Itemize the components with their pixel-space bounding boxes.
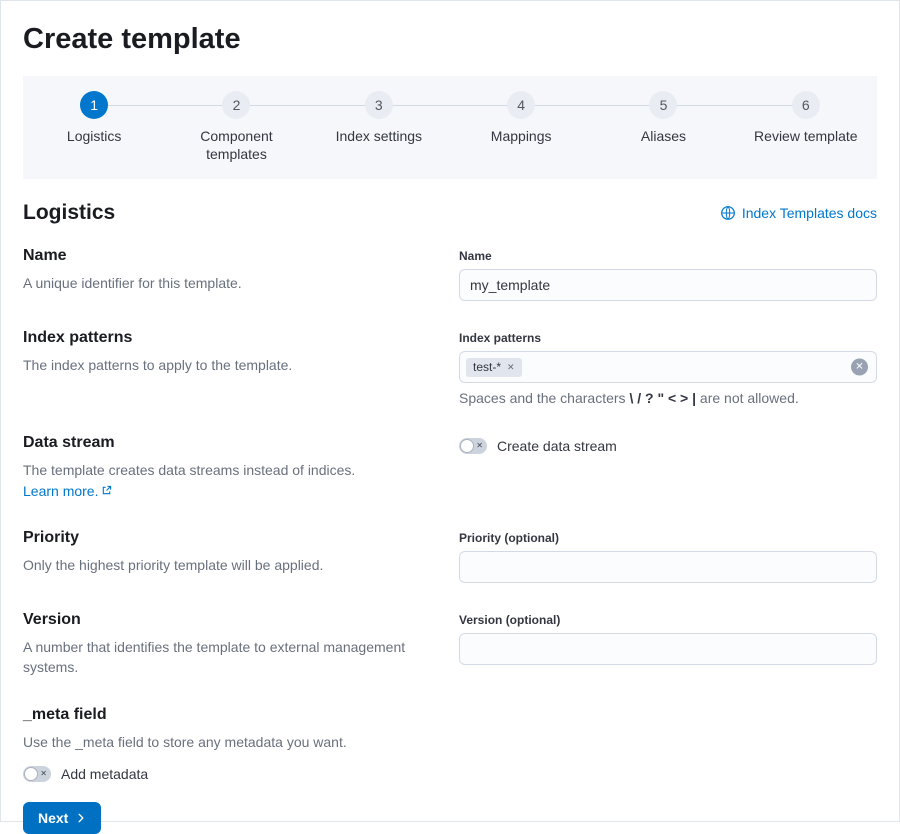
step-number: 2 — [222, 91, 250, 119]
toggle-thumb — [460, 439, 474, 453]
step-label: Component templates — [177, 127, 295, 163]
step-index-settings[interactable]: 3 Index settings — [308, 91, 450, 163]
toggle-thumb — [24, 767, 38, 781]
step-number: 6 — [792, 91, 820, 119]
next-button[interactable]: Next — [23, 802, 101, 834]
form-row-data-stream: Data stream The template creates data st… — [23, 434, 877, 501]
create-data-stream-toggle[interactable]: ✕ — [459, 438, 487, 454]
arrow-right-icon — [76, 813, 86, 823]
step-number: 1 — [80, 91, 108, 119]
priority-field-label: Priority (optional) — [459, 531, 877, 545]
index-patterns-field-label: Index patterns — [459, 331, 877, 345]
add-metadata-toggle-label: Add metadata — [61, 766, 148, 782]
version-field-label: Version (optional) — [459, 613, 877, 627]
step-label: Index settings — [336, 127, 422, 145]
index-pattern-tag-label: test-* — [473, 360, 501, 376]
step-review-template[interactable]: 6 Review template — [735, 91, 877, 163]
step-mappings[interactable]: 4 Mappings — [450, 91, 592, 163]
docs-icon — [720, 205, 736, 221]
step-label: Mappings — [491, 127, 552, 145]
add-metadata-row: ✕ Add metadata — [23, 766, 877, 782]
disallowed-characters: \ / ? " < > | — [629, 390, 696, 406]
step-aliases[interactable]: 5 Aliases — [592, 91, 734, 163]
row-title-priority: Priority — [23, 529, 439, 547]
step-component-templates[interactable]: 2 Component templates — [165, 91, 307, 163]
row-description-version: A number that identifies the template to… — [23, 637, 439, 678]
index-patterns-combobox[interactable]: test-* ✕ ✕ — [459, 351, 877, 383]
form-row-meta: _meta field Use the _meta field to store… — [23, 706, 877, 752]
toggle-off-icon: ✕ — [476, 442, 483, 450]
row-title-name: Name — [23, 247, 439, 265]
form-row-version: Version A number that identifies the tem… — [23, 611, 877, 678]
create-template-page: Create template 1 Logistics 2 Component … — [1, 1, 899, 834]
docs-link[interactable]: Index Templates docs — [720, 205, 877, 221]
row-description-name: A unique identifier for this template. — [23, 273, 439, 293]
clear-input-icon[interactable]: ✕ — [851, 359, 868, 376]
row-title-meta: _meta field — [23, 706, 439, 724]
row-title-data-stream: Data stream — [23, 434, 439, 452]
index-patterns-help-text: Spaces and the characters \ / ? " < > | … — [459, 390, 877, 406]
row-description-priority: Only the highest priority template will … — [23, 555, 439, 575]
step-logistics[interactable]: 1 Logistics — [23, 91, 165, 163]
row-description-meta: Use the _meta field to store any metadat… — [23, 732, 439, 752]
step-number: 3 — [365, 91, 393, 119]
docs-link-label: Index Templates docs — [742, 205, 877, 221]
step-label: Review template — [754, 127, 858, 145]
next-button-label: Next — [38, 810, 68, 826]
row-title-version: Version — [23, 611, 439, 629]
form-row-name: Name A unique identifier for this templa… — [23, 247, 877, 301]
step-label: Aliases — [641, 127, 686, 145]
section-header: Logistics Index Templates docs — [23, 201, 877, 225]
form-row-priority: Priority Only the highest priority templ… — [23, 529, 877, 583]
step-label: Logistics — [67, 127, 121, 145]
step-number: 4 — [507, 91, 535, 119]
row-title-index-patterns: Index patterns — [23, 329, 439, 347]
steps-bar: 1 Logistics 2 Component templates 3 Inde… — [23, 76, 877, 179]
version-input[interactable] — [459, 633, 877, 665]
add-metadata-toggle[interactable]: ✕ — [23, 766, 51, 782]
row-description-data-stream: The template creates data streams instea… — [23, 460, 439, 501]
section-title: Logistics — [23, 201, 115, 225]
name-field-label: Name — [459, 249, 877, 263]
priority-input[interactable] — [459, 551, 877, 583]
learn-more-link[interactable]: Learn more. — [23, 481, 112, 501]
page-title: Create template — [23, 23, 877, 56]
form-row-index-patterns: Index patterns The index patterns to app… — [23, 329, 877, 406]
step-number: 5 — [649, 91, 677, 119]
create-data-stream-toggle-label: Create data stream — [497, 438, 617, 454]
row-description-index-patterns: The index patterns to apply to the templ… — [23, 355, 439, 375]
external-link-icon — [101, 485, 112, 496]
index-pattern-tag: test-* ✕ — [466, 358, 522, 378]
remove-tag-icon[interactable]: ✕ — [507, 362, 515, 374]
toggle-off-icon: ✕ — [40, 770, 47, 778]
name-input[interactable] — [459, 269, 877, 301]
